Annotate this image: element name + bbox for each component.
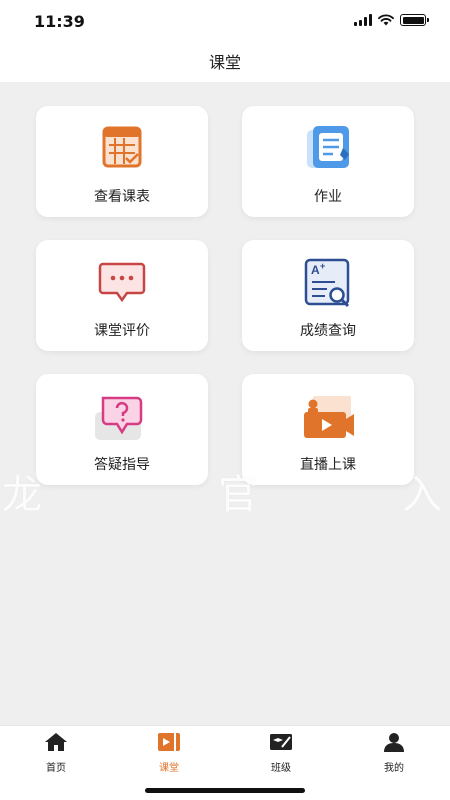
card-grade-query[interactable]: A + 成绩查询 [242, 240, 414, 351]
status-bar: 11:39 [0, 0, 450, 44]
home-indicator [145, 788, 305, 793]
grade-search-icon: A + [304, 258, 350, 308]
tab-label: 课堂 [159, 763, 179, 774]
tab-label: 我的 [384, 763, 404, 774]
qa-icon [95, 396, 143, 440]
home-icon [45, 733, 67, 751]
signal-icon [354, 14, 372, 26]
comment-icon [98, 262, 146, 303]
tab-label: 首页 [46, 763, 66, 774]
card-label: 直播上课 [300, 457, 356, 473]
status-icons [354, 14, 429, 26]
tab-home[interactable]: 首页 [26, 732, 86, 774]
card-label: 查看课表 [94, 189, 150, 205]
status-time: 11:39 [34, 12, 85, 31]
svg-text:A: A [311, 263, 320, 277]
homework-icon [307, 126, 349, 168]
card-class-evaluation[interactable]: 课堂评价 [36, 240, 208, 351]
card-label: 成绩查询 [300, 323, 356, 339]
card-view-schedule[interactable]: 查看课表 [36, 106, 208, 217]
classroom-icon [158, 733, 180, 751]
nav-bar: 课堂 [0, 44, 450, 82]
profile-icon [384, 733, 404, 752]
tab-classroom[interactable]: 课堂 [139, 732, 199, 774]
card-label: 作业 [314, 189, 342, 205]
wifi-icon [378, 14, 394, 26]
battery-icon [400, 14, 429, 26]
tab-label: 班级 [271, 763, 291, 774]
tab-mine[interactable]: 我的 [364, 732, 424, 774]
page-title: 课堂 [208, 53, 241, 72]
schedule-icon [102, 126, 142, 168]
card-homework[interactable]: 作业 [242, 106, 414, 217]
card-label: 课堂评价 [94, 323, 150, 339]
svg-text:+: + [320, 261, 325, 271]
feature-grid: 查看课表 作业 课堂评价 A + 成绩查询 答疑指导 直播上课 龙 官 入 [0, 82, 450, 725]
card-label: 答疑指导 [94, 457, 150, 473]
tab-class[interactable]: 班级 [251, 732, 311, 774]
class-icon [270, 734, 292, 750]
card-live-class[interactable]: 直播上课 [242, 374, 414, 485]
live-class-icon [304, 396, 354, 438]
card-qa-guidance[interactable]: 答疑指导 [36, 374, 208, 485]
